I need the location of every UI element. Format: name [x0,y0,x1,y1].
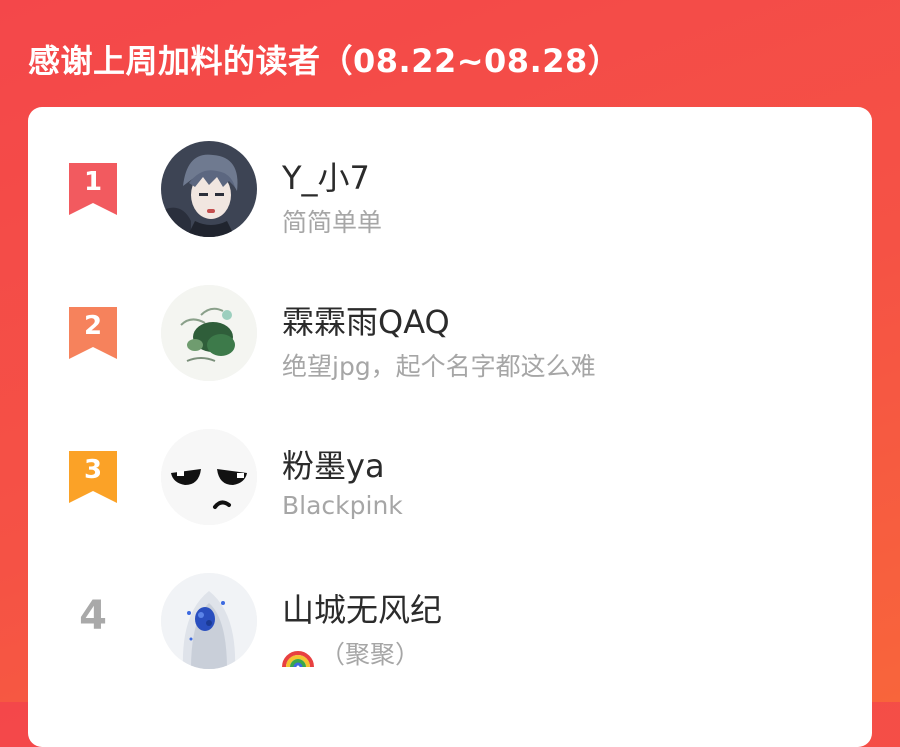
reader-name: 山城无风纪 [282,591,443,629]
rank-ribbon-badge: 1 [69,163,117,215]
reader-signature: 简简单单 [282,208,383,237]
lotus-leaf-avatar-icon [161,285,257,381]
anime-boy-avatar-icon [161,141,257,237]
avatar[interactable] [161,141,257,237]
annoyed-face-avatar-icon [161,429,257,525]
reader-row[interactable]: 2 霖霖雨QAQ 绝望jpg，起个名字都这么难 [28,277,872,397]
reader-signature: Blackpink [282,491,403,520]
rainbow-icon [282,651,314,667]
avatar[interactable] [161,285,257,381]
reader-name: Y_小7 [282,159,370,197]
reader-list-card: 1 Y_小7 简简单单 2 霖霖雨QAQ 绝望jpg，起个名字都这么难 3 粉墨… [28,107,872,747]
reader-name: 粉墨ya [282,447,385,485]
reader-signature: （聚聚） [282,635,420,671]
reader-signature-text: （聚聚） [320,640,421,669]
reader-name: 霖霖雨QAQ [282,303,450,341]
avatar[interactable] [161,573,257,669]
rank-number: 4 [79,593,107,639]
hooded-figure-avatar-icon [161,573,257,669]
page-title: 感谢上周加料的读者（08.22~08.28） [28,42,621,80]
rank-number: 3 [83,455,103,485]
rank-number: 1 [83,167,103,197]
reader-signature: 绝望jpg，起个名字都这么难 [282,352,596,381]
rank-ribbon-badge: 3 [69,451,117,503]
reader-row[interactable]: 4 山城无风纪 （聚聚） [28,565,872,685]
reader-row[interactable]: 3 粉墨ya Blackpink [28,421,872,541]
avatar[interactable] [161,429,257,525]
reader-row[interactable]: 1 Y_小7 简简单单 [28,133,872,253]
rank-ribbon-badge: 2 [69,307,117,359]
rank-number: 2 [83,311,103,341]
